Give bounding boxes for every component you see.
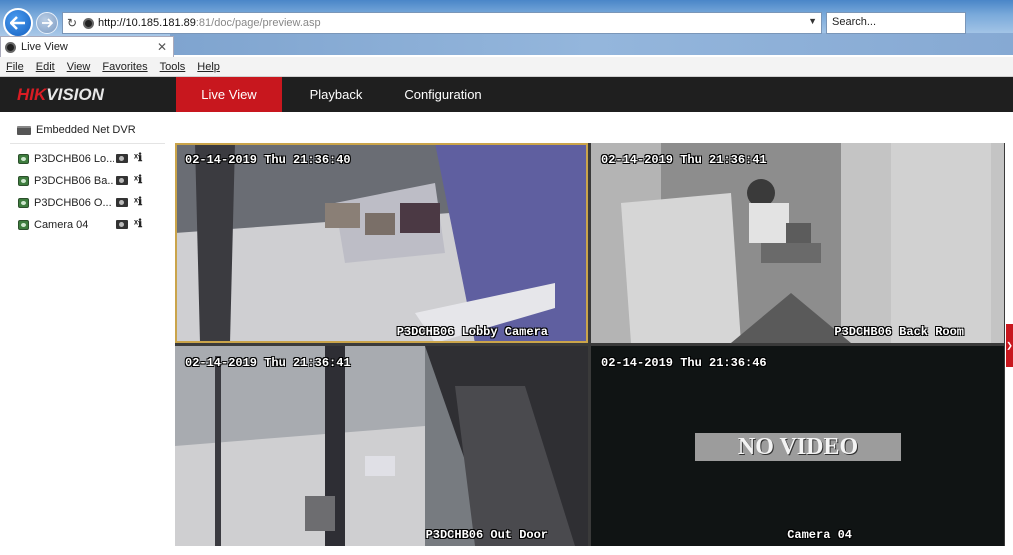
- menu-view[interactable]: View: [67, 61, 91, 73]
- record-icon[interactable]: [116, 198, 128, 207]
- logo-part-red: HIK: [17, 85, 47, 104]
- menu-tools[interactable]: Tools: [160, 61, 186, 73]
- camera-icon: [18, 154, 29, 164]
- record-icon[interactable]: [116, 220, 128, 229]
- menu-view-label: View: [66, 60, 91, 73]
- menu-help-label: Help: [197, 60, 220, 73]
- camera-label: P3DCHB06 Ba...: [34, 175, 114, 187]
- tab-live-view[interactable]: Live View: [176, 77, 282, 112]
- camera-label: P3DCHB06 O...: [34, 197, 112, 209]
- camera-icon: [18, 176, 29, 186]
- site-favicon-icon: [83, 17, 94, 29]
- arrow-right-icon: [42, 18, 53, 28]
- device-sidebar: Embedded Net DVR P3DCHB06 Lo... ˣℹ P3DCH…: [0, 112, 168, 555]
- favorites-strip: [170, 33, 1013, 55]
- video-frame-back-room: [591, 143, 1004, 343]
- url-text: http://10.185.181.89:81/doc/page/preview…: [98, 17, 321, 29]
- video-frame-out-door: [175, 346, 588, 546]
- no-video-indicator: NO VIDEO: [695, 433, 901, 461]
- record-icon[interactable]: [116, 176, 128, 185]
- tab-configuration[interactable]: Configuration: [390, 77, 496, 112]
- sidebar-divider: [10, 143, 165, 144]
- app-header: HIKVISION Live View Playback Configurati…: [0, 77, 1013, 112]
- tile-camera-name: Camera 04: [787, 528, 852, 542]
- ptz-control-icon[interactable]: ˣℹ: [134, 173, 150, 188]
- camera-item[interactable]: P3DCHB06 Ba... ˣℹ: [18, 173, 166, 189]
- url-path: :81/doc/page/preview.asp: [195, 17, 321, 29]
- url-host: http://10.185.181.89: [98, 17, 196, 29]
- video-tile-lobby[interactable]: 02-14-2019 Thu 21:36:40 P3DCHB06 Lobby C…: [175, 143, 588, 343]
- video-frame-lobby: [175, 143, 588, 343]
- address-bar[interactable]: ↻ http://10.185.181.89:81/doc/page/previ…: [62, 12, 822, 34]
- forward-button[interactable]: [36, 12, 58, 34]
- ptz-control-icon[interactable]: ˣℹ: [134, 195, 150, 210]
- refresh-icon[interactable]: ↻: [67, 16, 81, 30]
- tile-timestamp: 02-14-2019 Thu 21:36:46: [601, 356, 767, 370]
- ptz-control-icon[interactable]: ˣℹ: [134, 151, 150, 166]
- camera-item[interactable]: P3DCHB06 O... ˣℹ: [18, 195, 166, 211]
- dvr-icon: [17, 125, 31, 135]
- tab-title: Live View: [21, 41, 68, 53]
- device-node[interactable]: Embedded Net DVR: [17, 124, 136, 136]
- browser-tab[interactable]: Live View ✕: [0, 36, 174, 57]
- menu-favorites[interactable]: Favorites: [102, 61, 147, 73]
- menu-bar: File Edit View Favorites Tools Help: [0, 57, 1013, 77]
- expand-panel-handle[interactable]: ❯: [1006, 324, 1013, 367]
- menu-file[interactable]: File: [6, 61, 24, 73]
- ptz-control-icon[interactable]: ˣℹ: [134, 217, 150, 232]
- camera-item[interactable]: P3DCHB06 Lo... ˣℹ: [18, 151, 166, 167]
- video-tile-camera-04[interactable]: 02-14-2019 Thu 21:36:46 NO VIDEO Camera …: [591, 346, 1004, 546]
- back-button[interactable]: [3, 8, 33, 38]
- tile-camera-name: P3DCHB06 Back Room: [834, 325, 964, 339]
- tile-timestamp: 02-14-2019 Thu 21:36:41: [185, 356, 351, 370]
- tile-timestamp: 02-14-2019 Thu 21:36:40: [185, 153, 351, 167]
- camera-label: Camera 04: [34, 219, 89, 231]
- tab-favicon-icon: [5, 41, 16, 53]
- menu-favorites-label: Favorites: [102, 60, 148, 73]
- menu-edit[interactable]: Edit: [36, 61, 55, 73]
- menu-file-label: File: [6, 60, 24, 73]
- close-icon[interactable]: ✕: [157, 40, 167, 54]
- menu-edit-label: Edit: [35, 60, 55, 73]
- hikvision-logo: HIKVISION: [17, 85, 104, 105]
- tile-camera-name: P3DCHB06 Out Door: [425, 528, 548, 542]
- address-dropdown-icon[interactable]: ▼: [808, 16, 817, 26]
- menu-help[interactable]: Help: [197, 61, 220, 73]
- tab-playback[interactable]: Playback: [284, 77, 388, 112]
- menu-tools-label: Tools: [159, 60, 186, 73]
- search-input[interactable]: Search...: [826, 12, 966, 34]
- camera-icon: [18, 220, 29, 230]
- tile-camera-name: P3DCHB06 Lobby Camera: [396, 325, 548, 339]
- record-icon[interactable]: [116, 154, 128, 163]
- tile-timestamp: 02-14-2019 Thu 21:36:41: [601, 153, 767, 167]
- video-grid: 02-14-2019 Thu 21:36:40 P3DCHB06 Lobby C…: [175, 143, 1005, 546]
- camera-label: P3DCHB06 Lo...: [34, 153, 114, 165]
- camera-item[interactable]: Camera 04 ˣℹ: [18, 217, 166, 233]
- video-tile-back-room[interactable]: 02-14-2019 Thu 21:36:41 P3DCHB06 Back Ro…: [591, 143, 1004, 343]
- video-tile-out-door[interactable]: 02-14-2019 Thu 21:36:41 P3DCHB06 Out Doo…: [175, 346, 588, 546]
- logo-part-white: VISION: [46, 85, 104, 104]
- arrow-left-icon: [10, 16, 25, 30]
- search-placeholder: Search...: [832, 16, 877, 28]
- device-label: Embedded Net DVR: [36, 124, 136, 136]
- camera-icon: [18, 198, 29, 208]
